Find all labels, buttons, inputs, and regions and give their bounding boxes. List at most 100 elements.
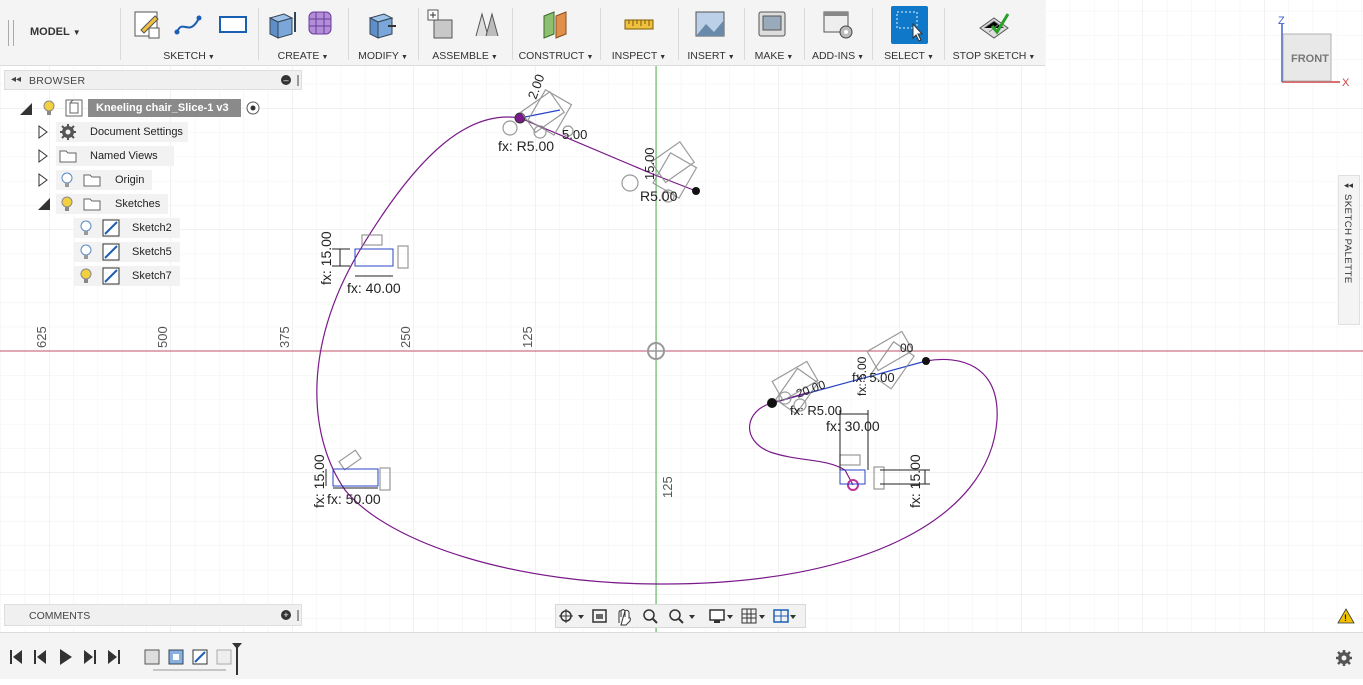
view-cube-face[interactable]: FRONT <box>1291 53 1329 65</box>
create-sketch-icon[interactable] <box>131 8 163 40</box>
collapse-browser-icon[interactable]: ◂◂ <box>11 74 21 85</box>
expand-triangle-icon[interactable] <box>38 173 48 187</box>
browser-item-sketches[interactable]: Sketches <box>36 194 196 214</box>
group-insert[interactable]: INSERT ▼ <box>682 0 740 66</box>
sketch-palette-tab[interactable]: ◂◂ SKETCH PALETTE <box>1338 175 1360 325</box>
add-comment-button[interactable]: + <box>281 610 291 620</box>
group-modify[interactable]: MODIFY ▼ <box>352 0 414 66</box>
visibility-bulb-icon[interactable] <box>43 100 55 115</box>
dimension-label[interactable]: fx: 50.00 <box>327 491 381 507</box>
pan-icon[interactable] <box>618 609 631 626</box>
workspace-label: MODEL <box>30 26 70 38</box>
scripts-icon[interactable] <box>822 8 854 40</box>
visibility-bulb-icon[interactable] <box>61 196 73 211</box>
sketch-point[interactable] <box>922 357 930 365</box>
group-add-ins[interactable]: ADD-INS ▼ <box>808 0 868 66</box>
display-settings-icon[interactable] <box>709 609 733 623</box>
rectangle-icon[interactable] <box>217 8 249 40</box>
expand-triangle-icon[interactable] <box>38 125 48 139</box>
workspace-switcher[interactable]: MODEL ▼ <box>30 26 81 38</box>
timeline-feature-icon[interactable] <box>216 649 232 665</box>
dimension-label[interactable]: fx: 15.00 <box>311 454 327 508</box>
expand-triangle-icon[interactable] <box>38 149 48 163</box>
grid-settings-icon[interactable] <box>741 608 765 624</box>
group-sketch[interactable]: SKETCH ▼ <box>125 0 253 66</box>
expand-palette-icon[interactable]: ◂◂ <box>1344 180 1353 191</box>
group-select[interactable]: SELECT ▼ <box>876 0 942 66</box>
sketch-point[interactable] <box>692 187 700 195</box>
browser-item-label: Sketch2 <box>132 222 172 234</box>
dimension-label[interactable]: fx: 15.00 <box>907 454 923 508</box>
browser-item-sketch7[interactable]: Sketch7 <box>74 266 184 286</box>
comments-panel[interactable]: COMMENTS + <box>4 604 302 626</box>
expand-triangle-icon[interactable] <box>20 103 32 115</box>
dimension-label[interactable]: fx: 30.00 <box>826 418 880 434</box>
group-construct[interactable]: CONSTRUCT ▼ <box>516 0 596 66</box>
minimize-browser-button[interactable]: – <box>281 75 291 85</box>
play-icon[interactable] <box>60 649 72 665</box>
dimension-label[interactable]: fx: R5.00 <box>790 403 842 418</box>
dimension-label[interactable]: R5.00 <box>640 188 678 204</box>
measure-icon[interactable] <box>623 8 655 40</box>
new-component-icon[interactable] <box>426 8 458 40</box>
offset-plane-icon[interactable] <box>540 8 572 40</box>
timeline-feature-icon[interactable] <box>144 649 160 665</box>
go-to-end-icon[interactable] <box>108 650 120 664</box>
visibility-bulb-icon[interactable] <box>80 220 92 235</box>
spline-icon[interactable] <box>173 8 205 40</box>
expand-triangle-icon[interactable] <box>38 198 50 210</box>
browser-item-sketch2[interactable]: Sketch2 <box>74 218 184 238</box>
group-create[interactable]: CREATE ▼ <box>262 0 344 66</box>
sketch-icon <box>102 219 120 237</box>
viewports-icon[interactable] <box>773 609 796 623</box>
step-forward-icon[interactable] <box>84 650 96 664</box>
group-inspect[interactable]: INSPECT ▼ <box>604 0 674 66</box>
browser-item-document-settings[interactable]: Document Settings <box>36 122 196 142</box>
look-at-icon[interactable] <box>592 609 607 623</box>
orbit-icon[interactable] <box>559 609 584 623</box>
browser-item-sketch5[interactable]: Sketch5 <box>74 242 184 262</box>
visibility-bulb-icon[interactable] <box>80 268 92 283</box>
tick-label: 625 <box>34 326 49 348</box>
dimension-label[interactable]: 00 <box>900 341 914 355</box>
toolbar-grip[interactable] <box>8 20 14 46</box>
press-pull-icon[interactable] <box>366 8 398 40</box>
dimension-label[interactable]: fx: R5.00 <box>498 138 554 154</box>
visibility-bulb-icon[interactable] <box>80 244 92 259</box>
stop-sketch-icon[interactable] <box>978 8 1010 40</box>
group-make[interactable]: MAKE ▼ <box>748 0 800 66</box>
go-to-start-icon[interactable] <box>10 650 22 664</box>
dimension-label[interactable]: 5.00 <box>562 127 587 142</box>
form-icon[interactable] <box>306 8 338 40</box>
activate-radio-icon[interactable] <box>246 101 260 115</box>
extrude-icon[interactable] <box>266 8 298 40</box>
3d-print-icon[interactable] <box>756 8 788 40</box>
browser-item-origin[interactable]: Origin <box>36 170 196 190</box>
browser-item-named-views[interactable]: Named Views <box>36 146 196 166</box>
timeline-feature-icon[interactable] <box>192 649 208 665</box>
dimension-label[interactable]: fx: 5.00 <box>855 356 869 396</box>
browser-title: BROWSER <box>29 75 86 87</box>
insert-canvas-icon[interactable] <box>694 8 726 40</box>
settings-gear-icon[interactable] <box>1336 650 1352 666</box>
browser-root-label[interactable]: Kneeling chair_Slice-1 v3 <box>88 99 241 117</box>
timeline-feature-icon[interactable] <box>168 649 184 665</box>
browser-item-label: Origin <box>115 174 145 186</box>
group-label: ASSEMBLE <box>432 50 489 62</box>
group-assemble[interactable]: ASSEMBLE ▼ <box>422 0 508 66</box>
dimension-label[interactable]: fx: 40.00 <box>347 280 401 296</box>
select-icon[interactable] <box>891 6 928 44</box>
group-label: CONSTRUCT <box>518 50 585 62</box>
dimension-label[interactable]: 15.00 <box>642 147 657 180</box>
step-back-icon[interactable] <box>34 650 46 664</box>
browser-header[interactable]: ◂◂ BROWSER – <box>4 70 302 90</box>
panel-pin-icon[interactable] <box>297 610 299 621</box>
dimension-label[interactable]: fx: 15.00 <box>318 231 334 285</box>
zoom-icon[interactable] <box>643 609 658 624</box>
group-stop-sketch[interactable]: STOP SKETCH ▼ <box>948 0 1040 66</box>
visibility-bulb-icon[interactable] <box>61 172 73 187</box>
joint-icon[interactable] <box>470 8 502 40</box>
fit-icon[interactable] <box>669 609 695 624</box>
timeline-marker[interactable] <box>232 643 242 675</box>
panel-pin-icon[interactable] <box>297 75 299 86</box>
